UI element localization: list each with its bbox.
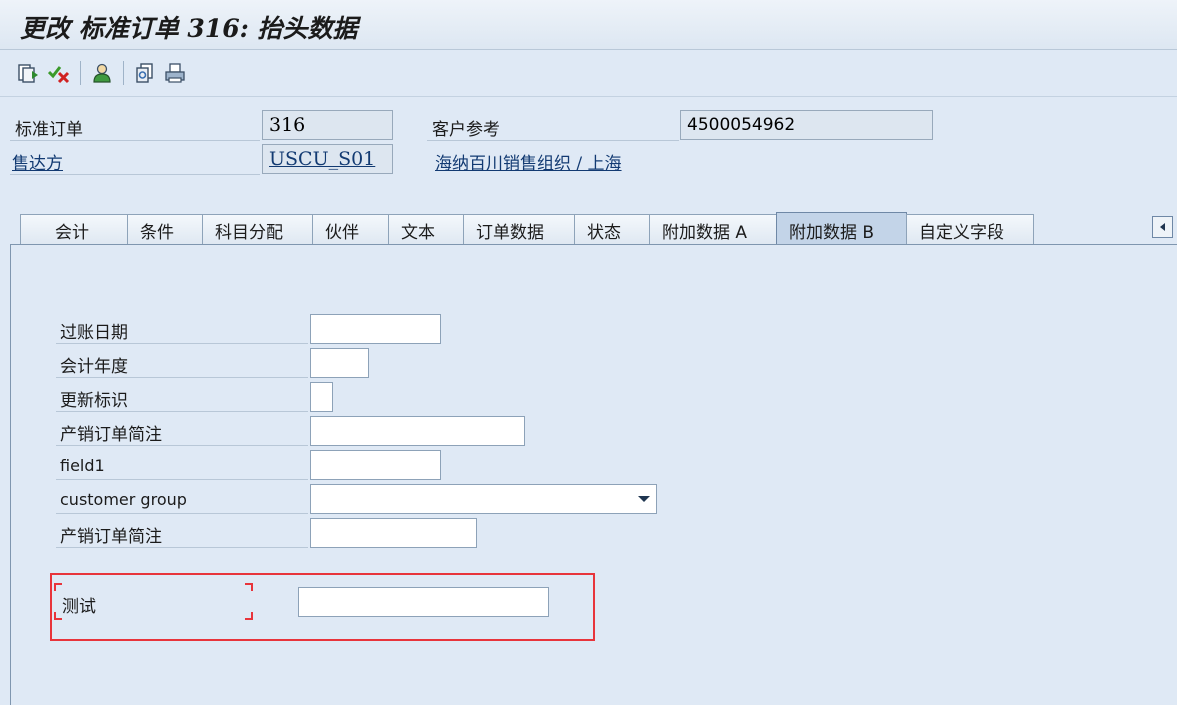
update-flag-label: 更新标识: [60, 391, 128, 411]
check-cancel-icon: [48, 66, 70, 84]
fiscal-year-label: 会计年度: [60, 357, 128, 377]
order-note-input[interactable]: [310, 416, 525, 446]
posting-date-input[interactable]: [310, 314, 441, 344]
tab-custom-fields[interactable]: 自定义字段: [906, 214, 1034, 244]
label-underline: [56, 411, 308, 412]
tab-partners[interactable]: 伙伴: [312, 214, 389, 244]
tab-scroll-left-button[interactable]: [1152, 216, 1173, 238]
page-title: 更改 标准订单 316: 抬头数据: [20, 14, 358, 43]
tab-label-suffix: B: [862, 223, 875, 243]
order-note-2-input[interactable]: [310, 518, 477, 548]
selection-corner: [54, 583, 62, 591]
tab-additional-data-a[interactable]: 附加数据 A: [649, 214, 777, 244]
customer-ref-field[interactable]: 4500054962: [680, 110, 933, 140]
label-underline: [56, 445, 308, 446]
order-number-field[interactable]: 316: [262, 110, 393, 140]
tab-label: 附加数据: [662, 223, 730, 243]
sold-to-label[interactable]: 售达方: [12, 149, 63, 174]
person-button[interactable]: [90, 61, 114, 85]
field1-label: field1: [60, 456, 105, 475]
selection-corner: [54, 612, 62, 620]
label-underline: [10, 174, 260, 175]
tab-additional-data-b[interactable]: 附加数据 B: [776, 212, 907, 244]
arrow-left-icon: [1159, 223, 1165, 231]
title-bar: 更改 标准订单 316: 抬头数据: [0, 0, 1177, 50]
tab-status[interactable]: 状态: [574, 214, 650, 244]
label-underline: [56, 547, 308, 548]
label-underline: [56, 513, 308, 514]
sold-to-field[interactable]: USCU_S01: [262, 144, 393, 174]
tab-conditions[interactable]: 条件: [127, 214, 203, 244]
label-underline: [427, 140, 679, 141]
label-underline: [10, 140, 260, 141]
print-button[interactable]: [163, 61, 187, 85]
posting-date-label: 过账日期: [60, 323, 128, 343]
tab-strip: 会计 条件 科目分配 伙伴 文本 订单数据 状态 附加数据 A 附加数据 B 自…: [0, 212, 1177, 244]
person-icon: [93, 63, 111, 83]
customer-group-label: customer group: [60, 490, 187, 509]
order-note-2-label: 产销订单简注: [60, 527, 162, 547]
display-change-button[interactable]: [16, 61, 40, 85]
toolbar-separator: [80, 61, 81, 85]
test-input[interactable]: [298, 587, 549, 617]
tab-label: 订单数据: [476, 223, 544, 243]
selection-corner: [245, 612, 253, 620]
fiscal-year-input[interactable]: [310, 348, 369, 378]
order-note-label: 产销订单简注: [60, 425, 162, 445]
update-flag-input[interactable]: [310, 382, 333, 412]
order-type-label: 标准订单: [15, 120, 83, 140]
tab-label: 伙伴: [325, 223, 359, 243]
tab-texts[interactable]: 文本: [388, 214, 464, 244]
label-underline: [56, 479, 308, 480]
dropdown-arrow-icon[interactable]: [638, 496, 650, 502]
tab-label: 条件: [140, 223, 174, 243]
sold-to-name-link[interactable]: 海纳百川销售组织 / 上海: [435, 149, 622, 174]
label-underline: [56, 377, 308, 378]
print-icon: [165, 63, 185, 83]
tab-label: 自定义字段: [919, 223, 1004, 243]
label-underline: [56, 343, 308, 344]
display-change-icon: [18, 64, 38, 83]
application-toolbar: [0, 51, 1177, 97]
field1-input[interactable]: [310, 450, 441, 480]
tab-label: 科目分配: [215, 223, 283, 243]
test-label: 测试: [62, 597, 96, 617]
tab-accounting[interactable]: 会计: [20, 214, 128, 244]
check-cancel-button[interactable]: [48, 61, 72, 85]
tab-label: 会计: [55, 223, 89, 243]
tab-order-data[interactable]: 订单数据: [463, 214, 575, 244]
copy-document-icon: [136, 63, 153, 83]
tab-account-assignment[interactable]: 科目分配: [202, 214, 313, 244]
toolbar-separator: [123, 61, 124, 85]
tab-label-suffix: A: [735, 223, 748, 243]
customer-group-select[interactable]: [310, 484, 657, 514]
customer-ref-label: 客户参考: [432, 120, 500, 140]
tab-label: 状态: [587, 223, 621, 243]
selection-corner: [245, 583, 253, 591]
tab-label: 文本: [401, 223, 435, 243]
copy-document-button[interactable]: [133, 61, 157, 85]
tab-label: 附加数据: [789, 223, 857, 243]
